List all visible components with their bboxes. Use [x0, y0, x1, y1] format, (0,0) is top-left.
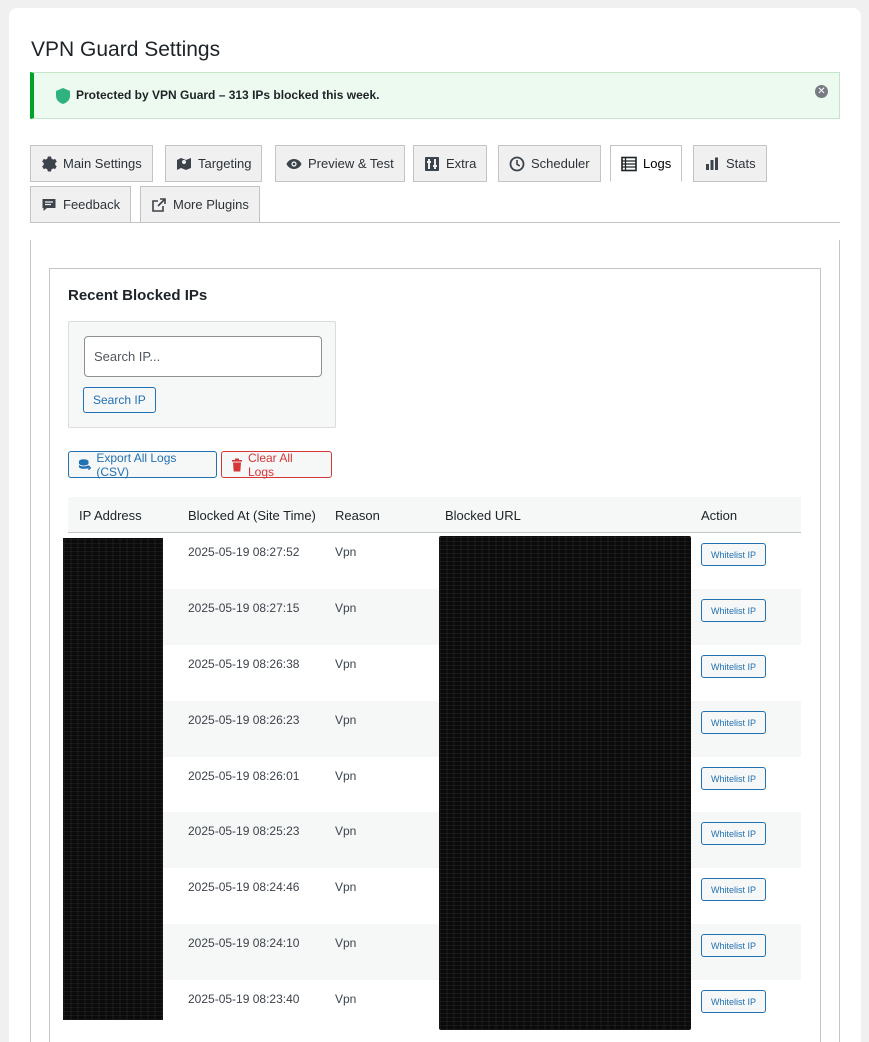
- list-icon: [621, 156, 637, 171]
- bar-chart-icon: [706, 157, 718, 170]
- search-input[interactable]: [84, 336, 322, 377]
- table-row: 2025-05-19 08:24:46 Vpn Whitelist IP: [68, 868, 801, 924]
- blocked-at-cell: 2025-05-19 08:23:40: [188, 992, 300, 1006]
- search-ip-button[interactable]: Search IP: [83, 387, 156, 413]
- logs-table-header: IP Address Blocked At (Site Time) Reason…: [68, 497, 801, 533]
- tab-label: Main Settings: [63, 156, 142, 171]
- notice-message: Protected by VPN Guard – 313 IPs blocked…: [76, 88, 380, 102]
- blocked-at-cell: 2025-05-19 08:24:10: [188, 936, 300, 950]
- reason-cell: Vpn: [335, 601, 357, 615]
- export-logs-label: Export All Logs (CSV): [96, 450, 177, 479]
- whitelist-ip-button[interactable]: Whitelist IP: [701, 599, 766, 622]
- export-logs-button[interactable]: Export All Logs (CSV): [68, 450, 217, 479]
- table-row: 2025-05-19 08:26:23 Vpn Whitelist IP: [68, 701, 801, 757]
- tab-logs[interactable]: Logs: [610, 145, 683, 182]
- success-notice: Protected by VPN Guard – 313 IPs blocked…: [30, 72, 840, 119]
- whitelist-ip-button[interactable]: Whitelist IP: [701, 990, 766, 1013]
- shield-icon: [56, 88, 70, 104]
- table-row: 2025-05-19 08:25:23 Vpn Whitelist IP: [68, 812, 801, 868]
- database-export-icon: [78, 458, 92, 470]
- tab-preview-test[interactable]: Preview & Test: [275, 145, 405, 182]
- reason-cell: Vpn: [335, 992, 357, 1006]
- column-header: Action: [701, 508, 738, 523]
- blocked-at-cell: 2025-05-19 08:27:15: [188, 601, 300, 615]
- table-row: 2025-05-19 08:27:52 Vpn Whitelist IP: [68, 533, 801, 589]
- whitelist-ip-button[interactable]: Whitelist IP: [701, 543, 766, 566]
- column-header: IP Address: [79, 508, 142, 523]
- whitelist-ip-button[interactable]: Whitelist IP: [701, 655, 766, 678]
- tab-targeting[interactable]: Targeting: [165, 145, 263, 182]
- trash-icon: [232, 458, 242, 471]
- gear-icon: [42, 156, 57, 171]
- whitelist-ip-button[interactable]: Whitelist IP: [701, 822, 766, 845]
- blocked-at-cell: 2025-05-19 08:24:46: [188, 880, 300, 894]
- eye-icon: [286, 158, 302, 169]
- tabs-divider: [30, 222, 840, 223]
- dismiss-icon[interactable]: ✕: [815, 85, 828, 98]
- whitelist-ip-button[interactable]: Whitelist IP: [701, 878, 766, 901]
- tab-label: Extra: [446, 156, 477, 171]
- tab-label: Logs: [643, 156, 672, 171]
- redacted-url-column: [439, 536, 691, 1030]
- whitelist-ip-button[interactable]: Whitelist IP: [701, 934, 766, 957]
- reason-cell: Vpn: [335, 713, 357, 727]
- blocked-at-cell: 2025-05-19 08:27:52: [188, 545, 300, 559]
- whitelist-ip-button[interactable]: Whitelist IP: [701, 711, 766, 734]
- table-row: 2025-05-19 08:24:10 Vpn Whitelist IP: [68, 924, 801, 980]
- blocked-at-cell: 2025-05-19 08:25:23: [188, 824, 300, 838]
- clear-logs-label: Clear All Logs: [248, 450, 293, 479]
- sliders-icon: [425, 156, 439, 171]
- tab-scheduler[interactable]: Scheduler: [498, 145, 601, 182]
- column-header: Blocked At (Site Time): [188, 508, 316, 523]
- external-link-icon: [152, 197, 166, 212]
- clear-logs-button[interactable]: Clear All Logs: [221, 450, 332, 479]
- tab-label: Targeting: [198, 156, 252, 171]
- comment-icon: [42, 198, 56, 211]
- reason-cell: Vpn: [335, 769, 357, 783]
- table-row: 2025-05-19 08:23:40 Vpn Whitelist IP: [68, 980, 801, 1036]
- tab-label: More Plugins: [173, 197, 249, 212]
- page-title: VPN Guard Settings: [31, 38, 221, 61]
- tab-extra[interactable]: Extra: [413, 145, 488, 182]
- table-row: 2025-05-19 08:26:01 Vpn Whitelist IP: [68, 757, 801, 813]
- tab-stats[interactable]: Stats: [693, 145, 767, 182]
- clock-icon: [509, 156, 525, 171]
- section-title: Recent Blocked IPs: [68, 287, 208, 304]
- tab-label: Feedback: [63, 197, 121, 212]
- tab-label: Preview & Test: [308, 156, 394, 171]
- reason-cell: Vpn: [335, 545, 357, 559]
- tab-label: Scheduler: [531, 156, 590, 171]
- table-row: 2025-05-19 08:27:15 Vpn Whitelist IP: [68, 589, 801, 645]
- tab-main-settings[interactable]: Main Settings: [30, 145, 153, 182]
- reason-cell: Vpn: [335, 657, 357, 671]
- blocked-at-cell: 2025-05-19 08:26:23: [188, 713, 300, 727]
- reason-cell: Vpn: [335, 936, 357, 950]
- table-row: 2025-05-19 08:26:38 Vpn Whitelist IP: [68, 645, 801, 701]
- reason-cell: Vpn: [335, 880, 357, 894]
- reason-cell: Vpn: [335, 824, 357, 838]
- whitelist-ip-button[interactable]: Whitelist IP: [701, 767, 766, 790]
- tab-label: Stats: [726, 156, 756, 171]
- tab-more-plugins[interactable]: More Plugins: [140, 186, 260, 223]
- search-ip-label: Search IP: [93, 393, 146, 407]
- blocked-at-cell: 2025-05-19 08:26:01: [188, 769, 300, 783]
- map-icon: [177, 157, 191, 170]
- column-header: Blocked URL: [445, 508, 521, 523]
- tab-feedback[interactable]: Feedback: [30, 186, 132, 223]
- blocked-at-cell: 2025-05-19 08:26:38: [188, 657, 300, 671]
- column-header: Reason: [335, 508, 380, 523]
- redacted-ip-column: [63, 538, 163, 1020]
